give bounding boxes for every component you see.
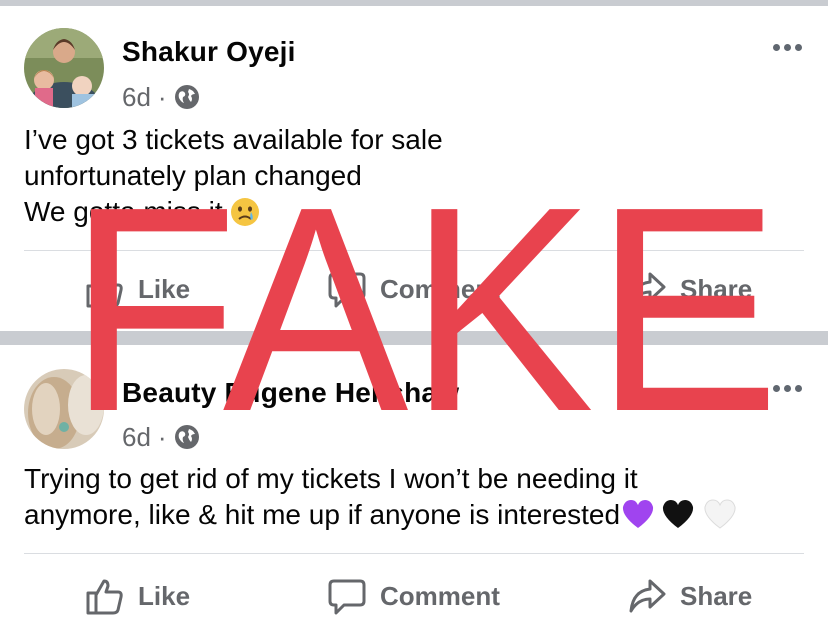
divider [24, 553, 804, 554]
comment-button[interactable]: Comment [326, 264, 500, 314]
like-button[interactable]: Like [84, 571, 190, 621]
share-label: Share [680, 580, 753, 611]
comment-label: Comment [380, 273, 500, 304]
avatar[interactable] [24, 369, 104, 449]
post-author-name[interactable]: Beauty Eugene Henshaw [122, 377, 459, 409]
post-text: I’ve got 3 tickets available for sale un… [24, 122, 814, 230]
divider [24, 250, 804, 251]
post-time[interactable]: 6d [122, 422, 151, 453]
post-meta: 6d · [122, 422, 200, 452]
comment-label: Comment [380, 580, 500, 611]
globe-icon [174, 85, 199, 109]
post-text-line: anymore, like & hit me up if anyone is i… [24, 497, 814, 533]
white-heart-emoji-icon [704, 499, 736, 529]
post-author-name[interactable]: Shakur Oyeji [122, 36, 296, 68]
share-label: Share [680, 273, 753, 304]
share-arrow-icon [629, 579, 666, 613]
post-time[interactable]: 6d [122, 82, 151, 113]
more-dots-icon [773, 44, 780, 51]
globe-icon [174, 425, 199, 449]
more-options-button[interactable] [773, 44, 802, 51]
share-button[interactable]: Share [626, 571, 752, 621]
post-text-line: We gotta miss it [24, 194, 814, 230]
crying-face-emoji-icon [231, 198, 260, 226]
post-actions: Like Comment Share [0, 264, 828, 314]
avatar[interactable] [24, 28, 104, 108]
post-text-line: Trying to get rid of my tickets I won’t … [24, 463, 638, 494]
more-dots-icon [773, 385, 780, 392]
feed-separator [0, 331, 828, 345]
meta-separator: · [157, 81, 167, 112]
purple-heart-emoji-icon [623, 500, 654, 528]
post-card: Shakur Oyeji 6d · I’ve got 3 tickets ava… [0, 6, 828, 331]
thumbs-up-icon [86, 579, 123, 615]
comment-bubble-icon [328, 272, 366, 308]
black-heart-emoji-icon [663, 500, 694, 528]
thumbs-up-icon [86, 272, 123, 308]
meta-separator: · [157, 421, 167, 452]
share-arrow-icon [629, 272, 666, 306]
post-text-line: unfortunately plan changed [24, 160, 362, 191]
like-button[interactable]: Like [84, 264, 190, 314]
post-actions: Like Comment Share [0, 571, 828, 621]
post-text-line: I’ve got 3 tickets available for sale [24, 124, 443, 155]
like-label: Like [138, 273, 191, 304]
post-meta: 6d · [122, 82, 200, 112]
post-card: Beauty Eugene Henshaw 6d · Trying to get… [0, 345, 828, 625]
like-label: Like [138, 580, 191, 611]
share-button[interactable]: Share [626, 264, 752, 314]
comment-button[interactable]: Comment [326, 571, 500, 621]
post-text: Trying to get rid of my tickets I won’t … [24, 461, 814, 533]
comment-bubble-icon [328, 579, 366, 615]
more-options-button[interactable] [773, 385, 802, 392]
